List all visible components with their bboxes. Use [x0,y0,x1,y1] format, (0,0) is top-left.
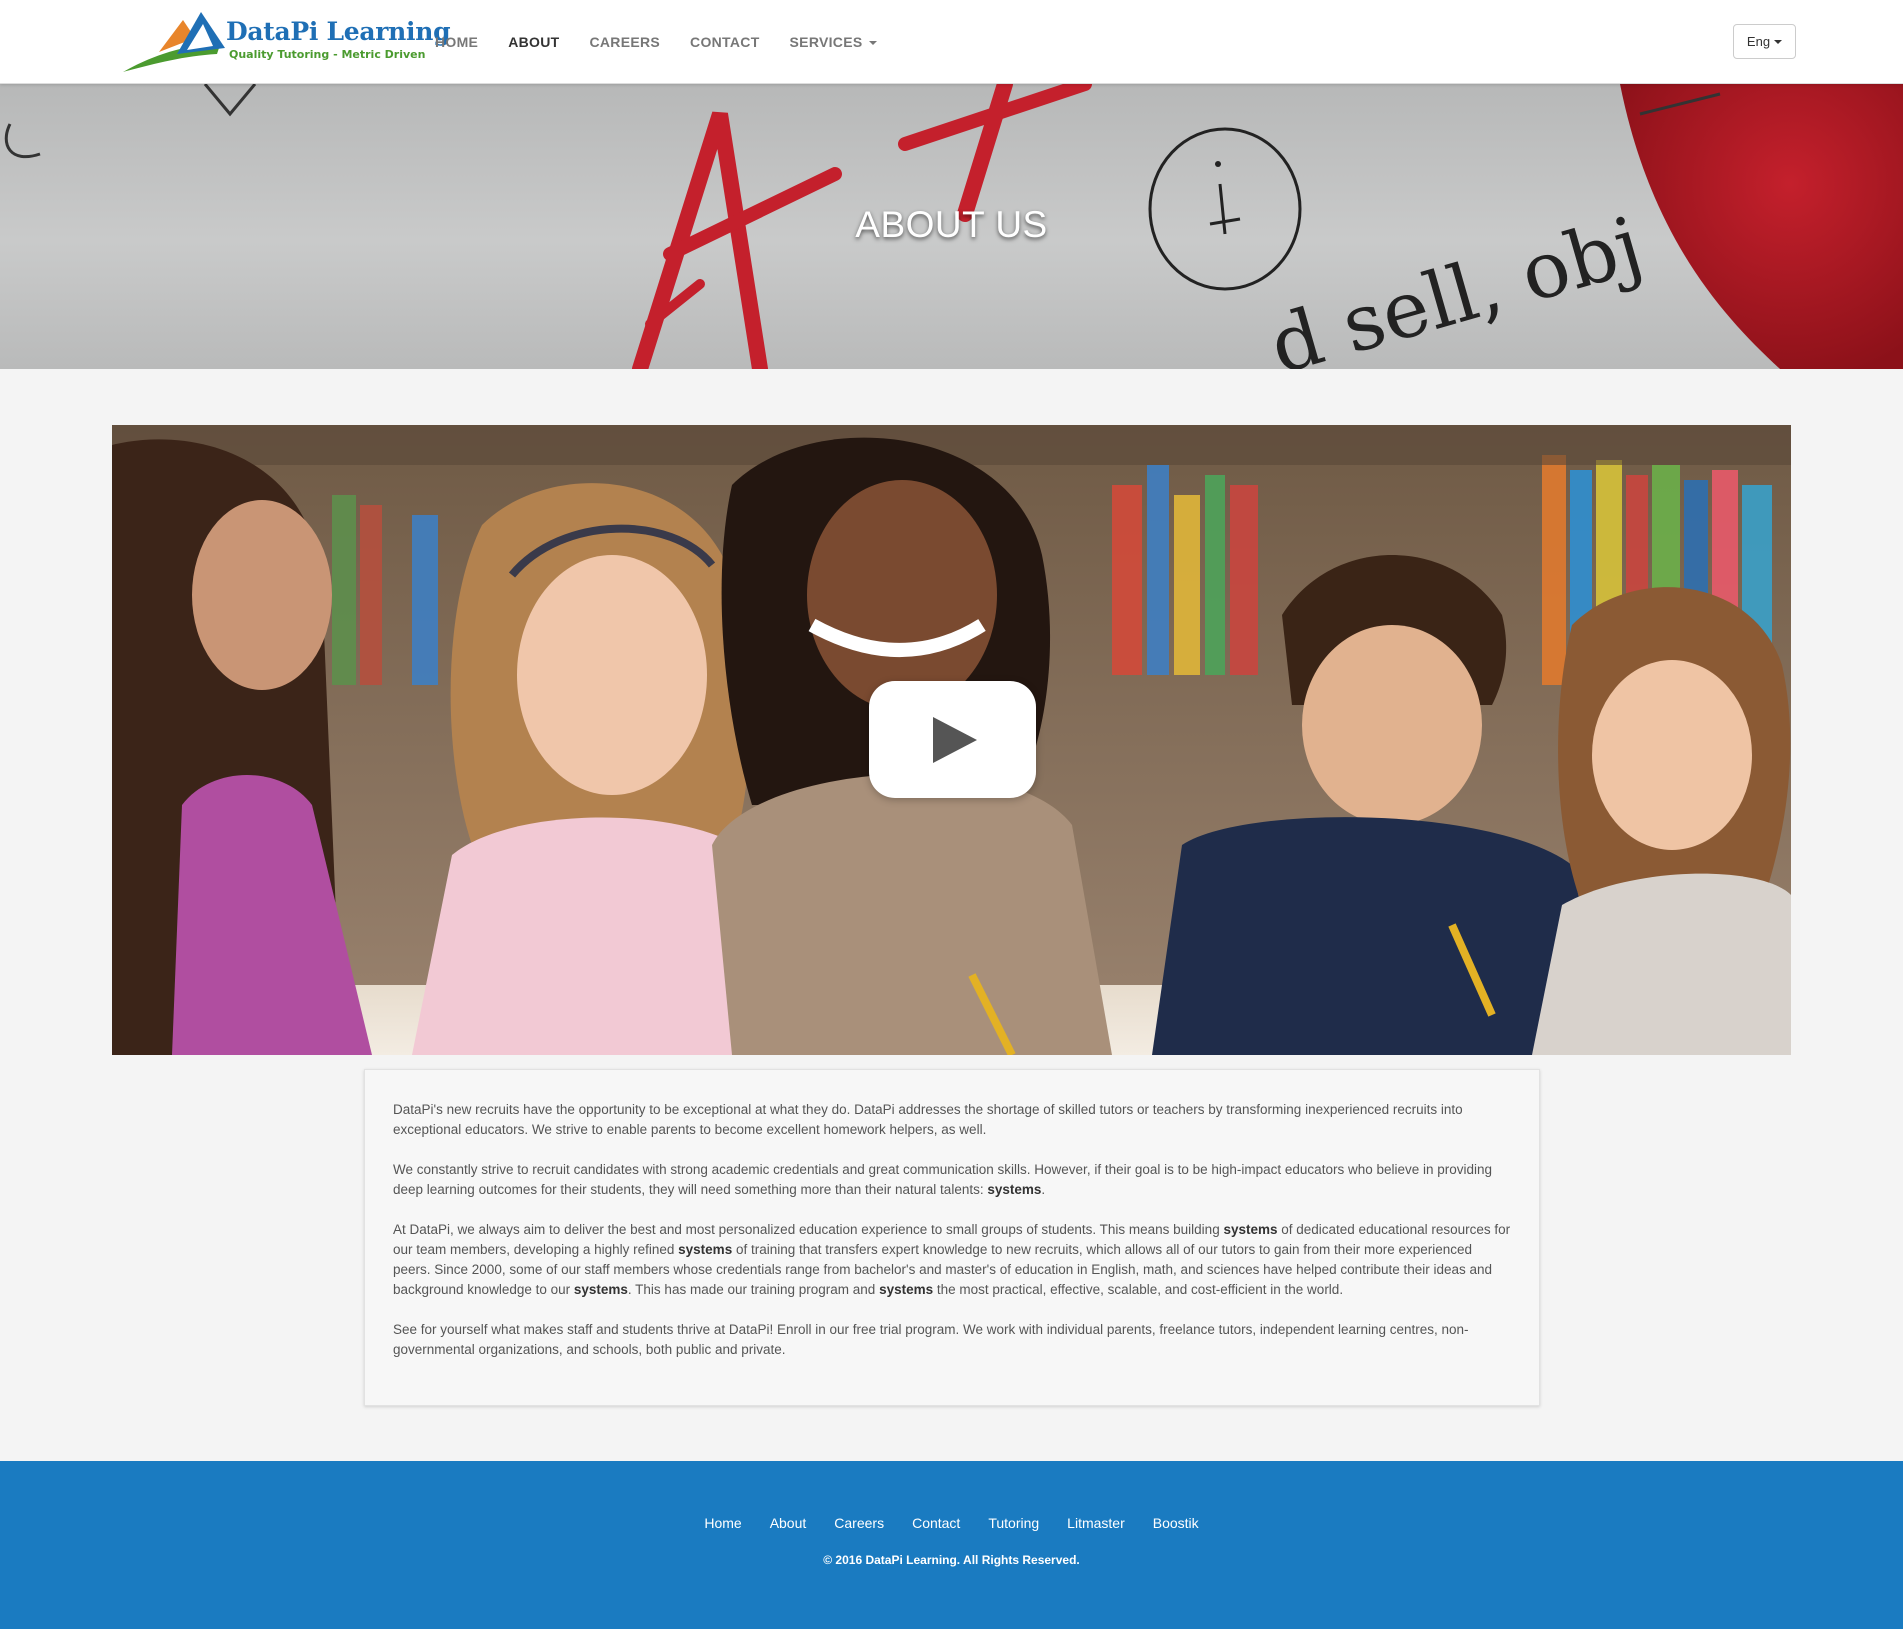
footer-link-careers[interactable]: Careers [820,1515,898,1531]
about-paragraph-3-text: . This has made our training program and [627,1282,880,1297]
about-content: DataPi's new recruits have the opportuni… [364,1069,1540,1406]
about-paragraph-3: At DataPi, we always aim to deliver the … [393,1220,1511,1300]
footer-link-litmaster[interactable]: Litmaster [1053,1515,1139,1531]
footer-link-about[interactable]: About [756,1515,821,1531]
emphasis-systems: systems [573,1282,628,1297]
about-paragraph-3-text: the most practical, effective, scalable,… [933,1282,1344,1297]
main-nav: HOME ABOUT CAREERS CONTACT SERVICES [420,0,892,84]
about-paragraph-2-end: . [1041,1182,1046,1197]
copyright: © 2016 DataPi Learning. All Rights Reser… [823,1553,1080,1567]
caret-down-icon [1774,39,1783,44]
emphasis-systems: systems [1223,1222,1278,1237]
logo[interactable]: DataPi Learning Quality Tutoring - Metri… [121,8,451,74]
emphasis-systems: systems [678,1242,733,1257]
nav-services[interactable]: SERVICES [775,34,892,50]
intro-video[interactable] [112,425,1791,1055]
footer-link-tutoring[interactable]: Tutoring [974,1515,1053,1531]
logo-tagline: Quality Tutoring - Metric Driven [229,48,426,61]
nav-contact[interactable]: CONTACT [675,34,775,50]
language-label: Eng [1746,34,1771,49]
footer-link-contact[interactable]: Contact [898,1515,974,1531]
emphasis-systems: systems [879,1282,934,1297]
navbar: DataPi Learning Quality Tutoring - Metri… [0,0,1903,84]
play-icon [933,717,977,763]
nav-about[interactable]: ABOUT [493,34,574,50]
caret-down-icon [868,41,877,46]
about-paragraph-2-text: We constantly strive to recruit candidat… [393,1162,1493,1197]
footer: Home About Careers Contact Tutoring Litm… [0,1461,1903,1629]
nav-careers[interactable]: CAREERS [574,34,675,50]
play-button[interactable] [869,681,1036,798]
nav-services-label: SERVICES [789,34,863,50]
language-dropdown[interactable]: Eng [1733,24,1796,59]
about-paragraph-3-text: At DataPi, we always aim to deliver the … [393,1222,1224,1237]
emphasis-systems: systems [987,1182,1042,1197]
hero-banner: d sell, obj ABOUT US [0,84,1903,369]
about-paragraph-2: We constantly strive to recruit candidat… [393,1160,1511,1200]
footer-nav: Home About Careers Contact Tutoring Litm… [0,1515,1903,1531]
about-paragraph-1: DataPi's new recruits have the opportuni… [393,1102,1463,1137]
nav-home[interactable]: HOME [420,34,493,50]
about-paragraph-4: See for yourself what makes staff and st… [393,1322,1469,1357]
footer-link-boostik[interactable]: Boostik [1139,1515,1213,1531]
logo-text: DataPi Learning [226,17,451,46]
footer-link-home[interactable]: Home [690,1515,755,1531]
page-title: ABOUT US [855,204,1048,245]
